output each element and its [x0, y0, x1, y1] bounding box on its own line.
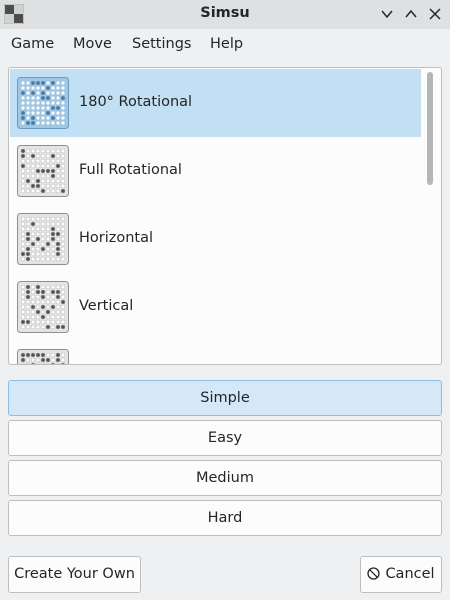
cancel-button-label: Cancel: [385, 566, 435, 582]
menu-settings[interactable]: Settings: [132, 36, 191, 52]
difficulty-hard-button[interactable]: Hard: [8, 500, 442, 536]
symmetry-item-label: Vertical: [79, 298, 134, 314]
cancel-icon: [367, 566, 381, 580]
symmetry-list[interactable]: 180° Rotational Full Rotational Horizont…: [8, 67, 442, 365]
symmetry-preview-icon: [17, 349, 69, 364]
symmetry-item-label: 180° Rotational: [79, 94, 193, 110]
symmetry-item-180-rotational[interactable]: 180° Rotational: [10, 69, 421, 137]
symmetry-item-partial[interactable]: [10, 341, 421, 364]
symmetry-item-vertical[interactable]: Vertical: [10, 273, 421, 341]
cancel-button[interactable]: Cancel: [360, 556, 442, 593]
title-bar: Simsu: [0, 0, 450, 29]
symmetry-preview-icon: [17, 77, 69, 129]
menu-move[interactable]: Move: [73, 36, 112, 52]
maximize-icon[interactable]: [402, 5, 420, 23]
difficulty-easy-button[interactable]: Easy: [8, 420, 442, 456]
symmetry-preview-icon: [17, 145, 69, 197]
difficulty-medium-button[interactable]: Medium: [8, 460, 442, 496]
close-icon[interactable]: [426, 5, 444, 23]
symmetry-item-label: Full Rotational: [79, 162, 182, 178]
symmetry-item-full-rotational[interactable]: Full Rotational: [10, 137, 421, 205]
symmetry-item-label: Horizontal: [79, 230, 154, 246]
create-your-own-button[interactable]: Create Your Own: [8, 556, 141, 593]
menu-game[interactable]: Game: [11, 36, 54, 52]
list-scrollbar[interactable]: [427, 72, 433, 185]
minimize-icon[interactable]: [378, 5, 396, 23]
menu-bar: Game Move Settings Help: [0, 29, 450, 61]
difficulty-simple-button[interactable]: Simple: [8, 380, 442, 416]
menu-help[interactable]: Help: [210, 36, 243, 52]
symmetry-item-horizontal[interactable]: Horizontal: [10, 205, 421, 273]
symmetry-preview-icon: [17, 213, 69, 265]
create-button-label: Create Your Own: [14, 566, 135, 582]
symmetry-preview-icon: [17, 281, 69, 333]
